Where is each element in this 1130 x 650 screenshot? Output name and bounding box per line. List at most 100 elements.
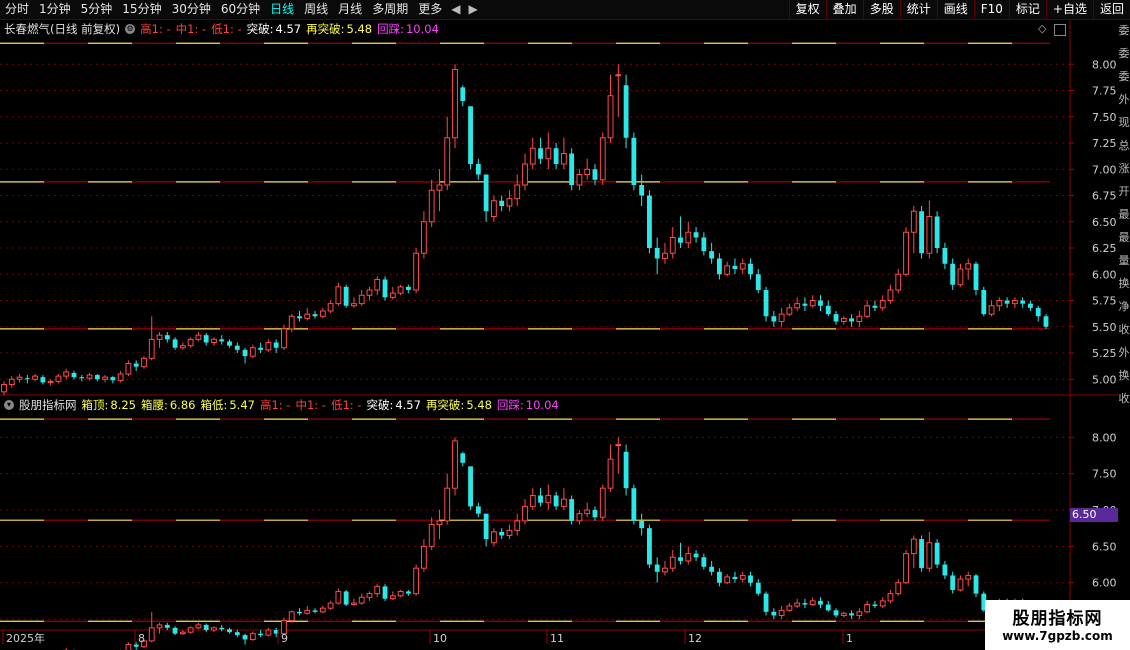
xaxis-label: 9	[281, 632, 288, 645]
upper-candle-body-up	[117, 373, 124, 381]
upper-candle-body-down	[849, 318, 855, 322]
upper-candle-body-down	[1035, 307, 1041, 317]
upper-candle-body-down	[771, 316, 777, 322]
upper-candle-body-up	[281, 328, 287, 349]
upper-candle-body-up	[724, 265, 731, 275]
info-strip-label: 净	[1118, 300, 1130, 313]
upper-candle-body-down	[110, 377, 116, 381]
upper-candle-body-up	[522, 163, 528, 186]
lower-candle-body-up	[420, 545, 427, 569]
upper-candle-body-down	[763, 290, 769, 317]
lower-candle-body-down	[763, 593, 769, 612]
upper-tick-label: 7.00	[1092, 163, 1117, 176]
upper-candle-body-down	[678, 237, 683, 243]
info-strip-label: 最	[1118, 231, 1130, 244]
lower-candle-body-down	[755, 582, 761, 594]
upper-candle-body-down	[468, 106, 473, 164]
lower-candle-body-up	[389, 595, 396, 600]
upper-candle-body-down	[538, 148, 543, 159]
upper-candle-body-down	[569, 153, 575, 185]
upper-candle-body-up	[607, 95, 614, 139]
upper-candle-body-down	[592, 169, 598, 180]
lower-candle-body-up	[957, 578, 964, 591]
upper-candle-body-down	[172, 339, 178, 348]
info-strip-label: 换	[1118, 369, 1130, 382]
upper-candle-body-down	[475, 164, 481, 175]
upper-tick-label: 7.25	[1092, 137, 1117, 150]
upper-candle-body-up	[910, 210, 917, 233]
lower-candle-body-down	[258, 633, 264, 636]
lower-candle-body-up	[522, 505, 528, 522]
upper-candle-body-up	[514, 184, 521, 200]
upper-candle-body-down	[639, 185, 645, 196]
upper-candle-body-up	[662, 252, 668, 259]
info-strip-label: 换	[1118, 277, 1130, 290]
lower-candle-body-up	[607, 458, 614, 489]
upper-candle-body-down	[219, 339, 225, 342]
lower-candle-body-down	[950, 575, 956, 590]
upper-candle-body-down	[755, 274, 761, 290]
upper-candle-body-down	[312, 314, 318, 317]
lower-candle-body-down	[242, 635, 248, 640]
right-info-strip: 委委委外现总涨开最最量换净收外换收	[1118, 20, 1130, 650]
lower-candle-body-up	[879, 600, 886, 607]
upper-candle-body-down	[623, 85, 629, 138]
lower-candle-body-down	[203, 624, 209, 630]
upper-candle-body-down	[227, 341, 232, 346]
upper-candle-body-down	[1020, 300, 1026, 304]
upper-candle-body-down	[748, 263, 753, 275]
upper-candle-body-down	[343, 286, 349, 306]
info-strip-label: 现	[1118, 116, 1130, 129]
upper-candle-body-down	[258, 347, 264, 350]
upper-tick-label: 6.25	[1092, 242, 1117, 255]
upper-candle-body-up	[1011, 300, 1018, 305]
lower-candle-body-up	[374, 585, 381, 595]
upper-candle-body-up	[988, 305, 995, 315]
upper-candle-body-up	[319, 310, 326, 317]
info-strip-label: 外	[1118, 346, 1130, 359]
lower-candle-body-down	[942, 564, 948, 576]
upper-candle-body-down	[164, 335, 170, 340]
upper-candle-body-up	[879, 300, 886, 309]
upper-candle-body-up	[428, 189, 435, 223]
lower-candle-body-up	[436, 520, 443, 526]
upper-candle-body-up	[335, 286, 342, 305]
info-strip-label: 收	[1118, 323, 1130, 336]
info-strip-label: 总	[1118, 139, 1130, 152]
lower-candle-body-down	[678, 557, 683, 561]
lower-candle-body-up	[351, 602, 357, 606]
lower-candle-body-down	[219, 627, 225, 630]
upper-tick-label: 5.25	[1092, 347, 1117, 360]
upper-candle-body-up	[397, 286, 404, 294]
xaxis-label: 11	[550, 632, 564, 645]
upper-candle-body-up	[887, 289, 894, 301]
upper-candle-body-up	[436, 184, 443, 191]
upper-tick-label: 5.75	[1092, 295, 1117, 308]
info-strip-label: 外	[1118, 93, 1130, 106]
upper-candle-body-down	[647, 195, 652, 248]
upper-candle-body-down	[40, 377, 46, 383]
lower-candle-body-up	[288, 611, 295, 622]
upper-candle-body-up	[615, 74, 622, 77]
upper-candle-body-down	[833, 314, 839, 322]
upper-candle-body-up	[125, 363, 132, 375]
lower-candle-body-down	[382, 586, 388, 599]
lower-candle-body-down	[833, 610, 839, 616]
kline-chart[interactable]: 8.00 7.75 7.50 7.25 7.00 6.75 6.50 6.25 6.00 5.75…	[0, 0, 1130, 650]
upper-candle-body-down	[825, 305, 831, 315]
lower-candle-body-down	[647, 528, 652, 565]
watermark-title: 股朋指标网	[1012, 609, 1103, 629]
upper-candle-body-up	[560, 153, 567, 165]
lower-candle-body-down	[343, 591, 349, 605]
lower-candle-body-up	[490, 531, 497, 544]
lower-candle-body-down	[483, 513, 489, 540]
lower-candle-body-up	[864, 604, 871, 613]
info-strip-label: 量	[1118, 254, 1130, 267]
lower-candle-body-down	[825, 604, 831, 611]
lower-candle-body-down	[475, 506, 481, 514]
lower-candle-body-up	[211, 627, 217, 631]
upper-candle-body-up	[669, 237, 676, 254]
upper-candle-body-up	[358, 294, 365, 305]
lower-candle-body-up	[926, 542, 933, 569]
lower-candle-body-up	[724, 576, 731, 584]
